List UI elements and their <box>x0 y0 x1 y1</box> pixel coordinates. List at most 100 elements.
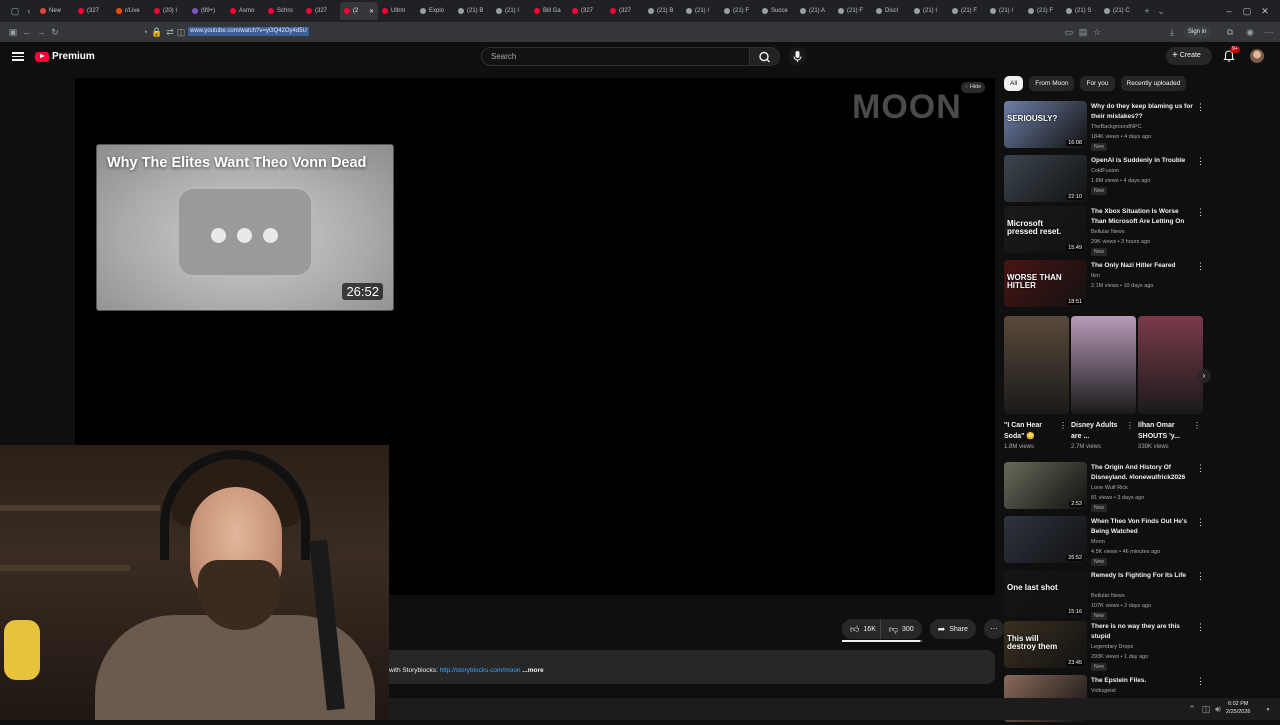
video-thumbnail[interactable]: 26:52 <box>1004 516 1087 563</box>
video-thumbnail[interactable]: WORSE THAN HITLER 18:51 <box>1004 260 1087 307</box>
browser-tab[interactable]: (21) F <box>834 2 872 20</box>
browser-tab[interactable]: (21) I <box>492 2 530 20</box>
hamburger-menu-icon[interactable] <box>12 50 24 62</box>
browser-tab[interactable]: (327 <box>606 2 644 20</box>
hide-endscreen-button[interactable]: ◌ Hide <box>961 82 986 93</box>
video-title[interactable]: The Origin And History Of Disneyland. #l… <box>1091 463 1195 483</box>
tray-chevron-icon[interactable]: ⌃ <box>1185 702 1199 716</box>
browser-tab[interactable]: (327 <box>302 2 340 20</box>
browser-tab[interactable]: Ultrm <box>378 2 416 20</box>
short-title[interactable]: Disney Adults are ... <box>1071 420 1123 442</box>
sign-in-button[interactable]: Sign in <box>1184 26 1211 38</box>
more-actions-button[interactable]: ⋯ <box>983 619 1004 639</box>
maximize-icon[interactable]: ▢ <box>1240 4 1254 18</box>
short-menu-icon[interactable]: ⋮ <box>1193 421 1201 430</box>
channel-name[interactable]: Legendary Drops <box>1091 642 1133 652</box>
endscreen-video-card[interactable]: Why The Elites Want Theo Vonn Dead 26:52 <box>96 144 394 311</box>
short-thumbnail[interactable] <box>1138 316 1203 414</box>
recommended-video[interactable]: 26:52 When Theo Von Finds Out He's Being … <box>1004 516 1205 566</box>
video-thumbnail[interactable]: Microsoft pressed reset. 15:49 <box>1004 206 1087 253</box>
extensions-icon[interactable]: ⧉ <box>1223 25 1237 39</box>
minimize-icon[interactable]: – <box>1222 4 1236 18</box>
browser-tab[interactable]: (99+) <box>188 2 226 20</box>
short-title[interactable]: "I Can Hear Soda" 😳 <box>1004 420 1056 442</box>
short-menu-icon[interactable]: ⋮ <box>1126 421 1134 430</box>
video-title[interactable]: The Epstein Files. <box>1091 676 1195 686</box>
youtube-premium-logo[interactable]: Premium <box>35 51 95 62</box>
browser-tab[interactable]: (21) S <box>1062 2 1100 20</box>
video-menu-icon[interactable]: ⋮ <box>1196 677 1205 686</box>
browser-tab[interactable]: r/Live <box>112 2 150 20</box>
voice-search-button[interactable] <box>788 47 807 66</box>
video-menu-icon[interactable]: ⋮ <box>1196 208 1205 217</box>
translate-icon[interactable]: ◫ <box>174 25 188 39</box>
back-icon[interactable]: ← <box>20 25 34 39</box>
filter-chip[interactable]: All <box>1004 76 1024 91</box>
video-title[interactable]: The Xbox Situation Is Worse Than Microso… <box>1091 207 1195 227</box>
short-menu-icon[interactable]: ⋮ <box>1059 421 1067 430</box>
channel-name[interactable]: Lone Wulf Rick <box>1091 483 1128 493</box>
browser-tab[interactable]: Explo <box>416 2 454 20</box>
channel-name[interactable]: Ikm <box>1091 271 1100 281</box>
video-menu-icon[interactable]: ⋮ <box>1196 518 1205 527</box>
profile-icon[interactable]: ◉ <box>1243 25 1257 39</box>
account-avatar[interactable] <box>1250 49 1264 63</box>
browser-tab[interactable]: (21) I <box>986 2 1024 20</box>
video-title[interactable]: OpenAI is Suddenly in Trouble <box>1091 156 1195 166</box>
browser-tab[interactable]: (21) B <box>454 2 492 20</box>
shorts-next-icon[interactable]: › <box>1197 369 1211 383</box>
tray-volume-icon[interactable]: 🔊︎ <box>1211 702 1225 716</box>
create-button[interactable]: + Create <box>1166 47 1212 65</box>
video-title[interactable]: The Only Nazi Hitler Feared <box>1091 261 1195 271</box>
favorite-star-icon[interactable]: ☆ <box>1090 25 1104 39</box>
close-window-icon[interactable]: ✕ <box>1258 4 1272 18</box>
more-link[interactable]: ...more <box>521 667 543 674</box>
share-button[interactable]: ➦ Share <box>929 619 976 639</box>
recommended-video[interactable]: 2:53 The Origin And History Of Disneyland… <box>1004 462 1205 512</box>
channel-watermark[interactable]: MOON <box>852 88 962 127</box>
video-thumbnail[interactable]: 22:10 <box>1004 155 1087 202</box>
browser-tab[interactable]: Discl <box>872 2 910 20</box>
url-field[interactable]: www.youtube.com/watch?v=yGQ42Oy4d5U <box>188 27 309 36</box>
browser-tab[interactable]: (327 <box>74 2 112 20</box>
browser-tab[interactable]: (327 <box>568 2 606 20</box>
browser-menu-icon[interactable]: ⋯ <box>1262 25 1276 39</box>
system-clock[interactable]: 6:02 PM 2/25/2026 <box>1226 700 1250 716</box>
recommended-video[interactable]: Microsoft pressed reset. 15:49 The Xbox Si… <box>1004 206 1205 256</box>
reader-icon[interactable]: ▤ <box>1076 25 1090 39</box>
browser-tab[interactable]: (21) I <box>682 2 720 20</box>
browser-tab[interactable]: Asmo <box>226 2 264 20</box>
channel-name[interactable]: TheBackgroundNPC <box>1091 122 1141 132</box>
recommended-video[interactable]: SERIOUSLY? 16:08 Why do they keep blaming … <box>1004 101 1205 151</box>
description-box[interactable]: with Storyblocks: http://storyblocks.com… <box>389 650 995 684</box>
filter-chip[interactable]: Recently uploaded <box>1120 76 1187 91</box>
browser-tab[interactable]: (21) B <box>644 2 682 20</box>
channel-name[interactable]: Volksgeist <box>1091 686 1116 696</box>
channel-name[interactable]: Bellular News <box>1091 591 1125 601</box>
video-menu-icon[interactable]: ⋮ <box>1196 157 1205 166</box>
reload-icon[interactable]: ↻ <box>48 25 62 39</box>
browser-tab[interactable]: Succe <box>758 2 796 20</box>
browser-tab[interactable]: (21) F <box>1024 2 1062 20</box>
short-thumbnail[interactable] <box>1071 316 1136 414</box>
video-thumbnail[interactable]: This will destroy them 23:45 <box>1004 621 1087 668</box>
browser-tab[interactable]: (2 ✕ <box>340 2 378 20</box>
storyblocks-link[interactable]: http://storyblocks.com/moon <box>440 667 521 674</box>
channel-name[interactable]: ColdFusion <box>1091 166 1119 176</box>
filter-chip[interactable]: From Moon <box>1029 76 1075 91</box>
video-menu-icon[interactable]: ⋮ <box>1196 464 1205 473</box>
lock-icon[interactable]: 🔒 <box>150 25 164 39</box>
new-tab-button[interactable]: + <box>1140 4 1154 18</box>
search-input[interactable]: Search <box>481 47 750 66</box>
short-thumbnail[interactable] <box>1004 316 1069 414</box>
filter-chip[interactable]: For you <box>1080 76 1115 91</box>
video-menu-icon[interactable]: ⋮ <box>1196 572 1205 581</box>
forward-icon[interactable]: → <box>34 25 48 39</box>
recommended-video[interactable]: WORSE THAN HITLER 18:51 The Only Nazi Hitl… <box>1004 260 1205 310</box>
recommended-video[interactable]: This will destroy them 23:45 There is no w… <box>1004 621 1205 671</box>
browser-tab[interactable]: (21) F <box>720 2 758 20</box>
sidebar-toggle-icon[interactable]: ▣ <box>6 25 20 39</box>
video-menu-icon[interactable]: ⋮ <box>1196 262 1205 271</box>
tab-overview-icon[interactable]: ▢ <box>8 4 22 18</box>
channel-name[interactable]: Bellular News <box>1091 227 1125 237</box>
